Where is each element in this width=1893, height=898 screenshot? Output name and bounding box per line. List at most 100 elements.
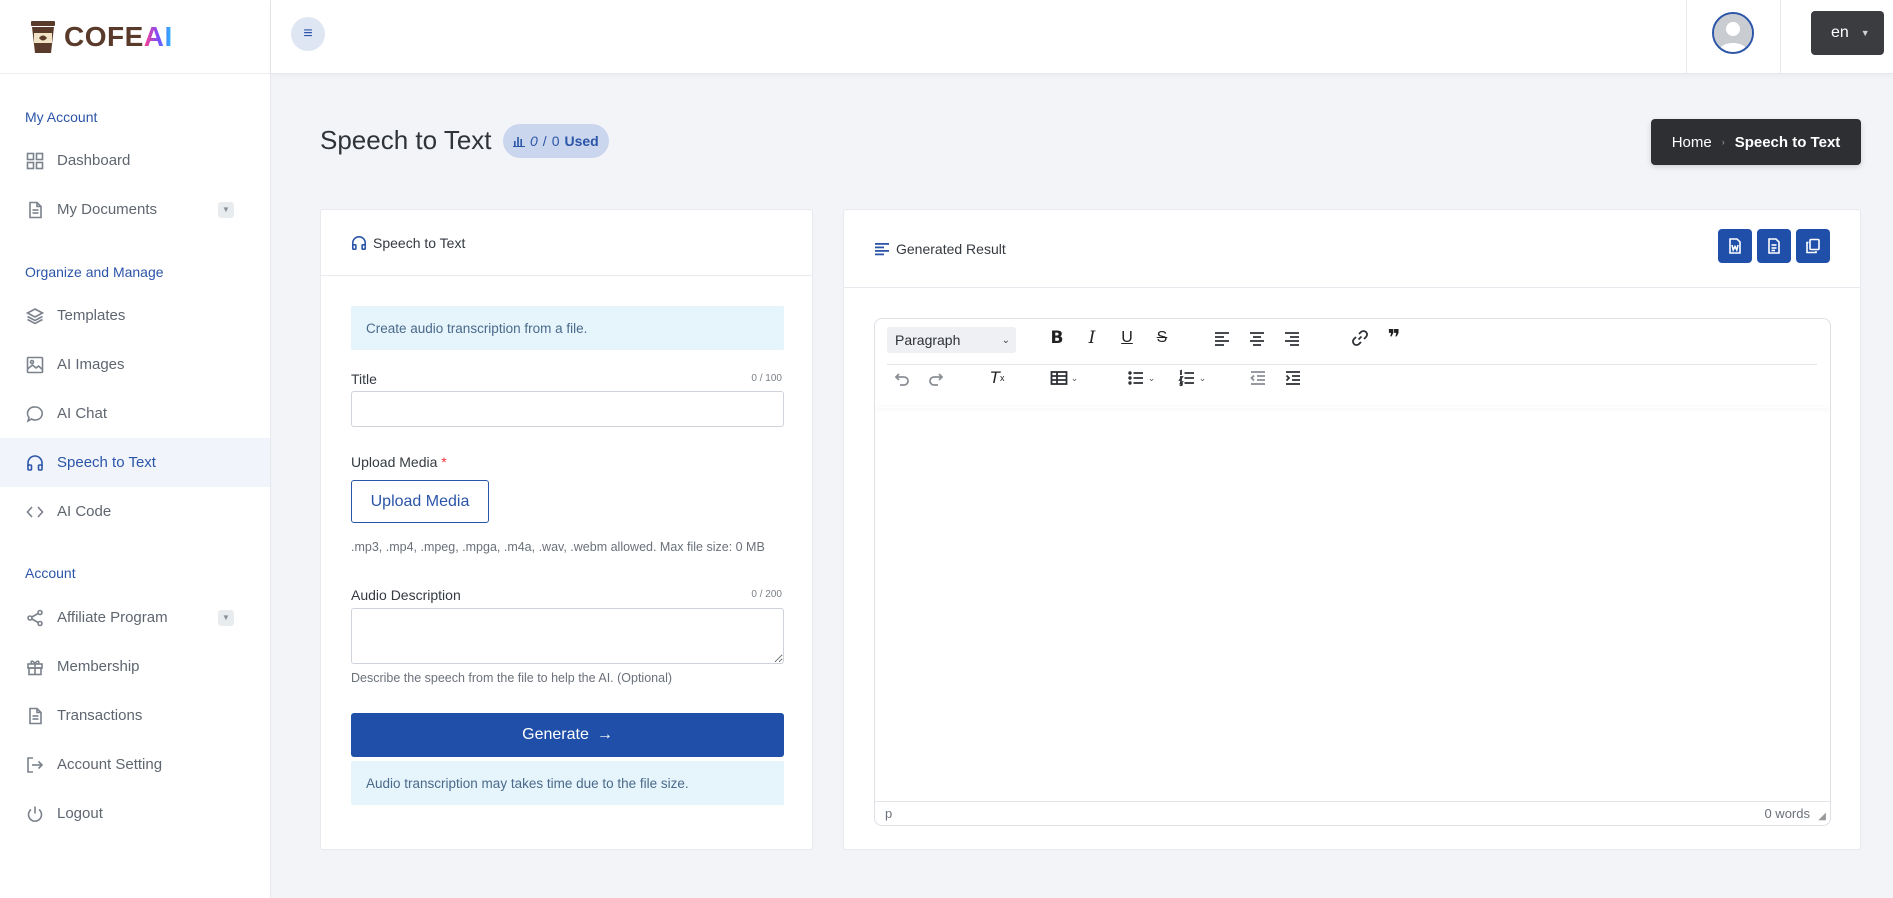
block-format-select[interactable]: Paragraph ⌄ bbox=[887, 327, 1016, 353]
required-marker: * bbox=[441, 454, 447, 470]
sidebar-item-affiliate-program[interactable]: Affiliate Program ▼ bbox=[0, 593, 270, 642]
align-left-icon bbox=[875, 242, 889, 255]
sidebar-item-label: Account Setting bbox=[57, 756, 163, 773]
caret-down-icon: ▼ bbox=[1860, 28, 1870, 38]
sidebar-item-logout[interactable]: Logout bbox=[0, 789, 270, 838]
sidebar-item-speech-to-text[interactable]: Speech to Text bbox=[0, 438, 270, 487]
bullet-list-icon[interactable]: ⌄ bbox=[1122, 368, 1160, 388]
document-export-icon bbox=[1768, 238, 1780, 254]
breadcrumb-home[interactable]: Home bbox=[1672, 134, 1712, 151]
result-actions bbox=[1718, 229, 1830, 263]
audio-description-textarea[interactable] bbox=[351, 608, 784, 664]
headphones-icon bbox=[25, 453, 45, 473]
receipt-icon bbox=[25, 706, 45, 726]
copy-button[interactable] bbox=[1796, 229, 1830, 263]
generated-result-card: Generated Result Paragraph ⌄ B I U S ❞ T… bbox=[843, 209, 1861, 850]
page-title: Speech to Text bbox=[320, 125, 492, 155]
processing-note: Audio transcription may takes time due t… bbox=[351, 761, 784, 805]
sidebar-item-label: AI Chat bbox=[57, 405, 108, 422]
chat-icon bbox=[25, 404, 45, 424]
sidebar-item-my-documents[interactable]: My Documents ▼ bbox=[0, 185, 270, 234]
strikethrough-icon[interactable]: S bbox=[1152, 328, 1172, 348]
clear-formatting-icon[interactable]: Tx bbox=[987, 368, 1007, 388]
sidebar-item-label: AI Code bbox=[57, 503, 112, 520]
breadcrumb-current: Speech to Text bbox=[1734, 133, 1841, 151]
section-my-account: My Account bbox=[25, 109, 98, 125]
upload-label-text: Upload Media bbox=[351, 454, 438, 470]
indent-icon[interactable] bbox=[1283, 368, 1303, 388]
power-icon bbox=[25, 804, 45, 824]
description-hint: Describe the speech from the file to hel… bbox=[351, 671, 673, 685]
italic-icon[interactable]: I bbox=[1082, 328, 1102, 348]
divider bbox=[1686, 0, 1687, 74]
underline-icon[interactable]: U bbox=[1117, 328, 1137, 348]
upload-media-button[interactable]: Upload Media bbox=[351, 480, 489, 523]
sidebar-item-label: My Documents bbox=[57, 201, 158, 218]
upload-hint: .mp3, .mp4, .mpeg, .mpga, .m4a, .wav, .w… bbox=[351, 540, 765, 554]
block-format-value: Paragraph bbox=[895, 332, 961, 348]
logout-arrow-icon bbox=[25, 755, 45, 775]
chevron-down-icon: ⌄ bbox=[1001, 334, 1010, 346]
toolbar-divider bbox=[887, 364, 1817, 365]
sidebar-item-account-setting[interactable]: Account Setting bbox=[0, 740, 270, 789]
title-input[interactable] bbox=[351, 391, 784, 427]
chevron-down-icon[interactable]: ▼ bbox=[218, 201, 234, 218]
breadcrumb: Home › Speech to Text bbox=[1651, 119, 1861, 165]
word-count[interactable]: 0 words bbox=[1764, 806, 1810, 821]
sidebar-item-ai-images[interactable]: AI Images bbox=[0, 340, 270, 389]
chevron-right-icon: › bbox=[1721, 137, 1725, 147]
brand-name: COFEAI bbox=[64, 20, 173, 52]
coffee-cup-icon bbox=[31, 20, 55, 53]
bold-icon[interactable]: B bbox=[1047, 328, 1067, 348]
sidebar: COFEAI My Account Dashboard My Documents… bbox=[0, 0, 271, 898]
align-center-icon[interactable] bbox=[1247, 328, 1267, 348]
copy-icon bbox=[1806, 238, 1820, 254]
code-icon bbox=[25, 502, 45, 522]
layers-icon bbox=[25, 306, 45, 326]
align-right-icon[interactable] bbox=[1282, 328, 1302, 348]
menu-toggle-button[interactable]: ≡ bbox=[291, 17, 325, 51]
usage-label: Used bbox=[564, 133, 599, 149]
language-dropdown[interactable]: en ▼ bbox=[1811, 11, 1884, 55]
sidebar-item-label: Dashboard bbox=[57, 152, 131, 169]
align-left-icon[interactable] bbox=[1212, 328, 1232, 348]
brand-logo[interactable]: COFEAI bbox=[0, 0, 270, 74]
rich-text-editor[interactable]: Paragraph ⌄ B I U S ❞ Tx ⌄ ⌄ ⌄ p 0 words… bbox=[874, 318, 1831, 826]
redo-icon[interactable] bbox=[927, 368, 947, 388]
table-icon[interactable]: ⌄ bbox=[1045, 368, 1083, 388]
sidebar-item-ai-code[interactable]: AI Code bbox=[0, 487, 270, 536]
sidebar-item-label: Speech to Text bbox=[57, 454, 156, 471]
info-alert: Create audio transcription from a file. bbox=[351, 306, 784, 350]
document-icon bbox=[25, 200, 45, 220]
sidebar-item-label: Membership bbox=[57, 658, 140, 675]
element-path[interactable]: p bbox=[885, 806, 892, 821]
card-header: Generated Result bbox=[844, 210, 1860, 288]
sidebar-item-ai-chat[interactable]: AI Chat bbox=[0, 389, 270, 438]
title-label: Title bbox=[351, 371, 377, 387]
usage-total: 0 bbox=[551, 133, 560, 149]
editor-content-area[interactable] bbox=[875, 409, 1830, 801]
sidebar-item-dashboard[interactable]: Dashboard bbox=[0, 136, 270, 185]
outdent-icon[interactable] bbox=[1248, 368, 1268, 388]
chevron-down-icon[interactable]: ▼ bbox=[218, 609, 234, 626]
usage-separator: / bbox=[542, 133, 547, 149]
generate-button[interactable]: Generate → bbox=[351, 713, 784, 757]
numbered-list-icon[interactable]: ⌄ bbox=[1173, 368, 1211, 388]
sidebar-item-label: Transactions bbox=[57, 707, 143, 724]
sidebar-item-membership[interactable]: Membership bbox=[0, 642, 270, 691]
arrow-right-icon: → bbox=[596, 726, 613, 743]
undo-icon[interactable] bbox=[891, 368, 911, 388]
resize-handle-icon[interactable]: ◢ bbox=[1818, 811, 1826, 822]
sidebar-item-label: Affiliate Program bbox=[57, 609, 168, 626]
bar-chart-icon bbox=[513, 137, 525, 147]
gift-icon bbox=[25, 657, 45, 677]
sidebar-item-templates[interactable]: Templates bbox=[0, 291, 270, 340]
blockquote-icon[interactable]: ❞ bbox=[1384, 325, 1404, 350]
sidebar-item-transactions[interactable]: Transactions bbox=[0, 691, 270, 740]
avatar[interactable] bbox=[1712, 12, 1754, 54]
export-document-button[interactable] bbox=[1757, 229, 1791, 263]
link-icon[interactable] bbox=[1350, 328, 1370, 348]
topbar: ≡ en ▼ bbox=[271, 0, 1893, 74]
user-avatar-icon bbox=[1714, 14, 1752, 52]
export-word-button[interactable] bbox=[1718, 229, 1752, 263]
